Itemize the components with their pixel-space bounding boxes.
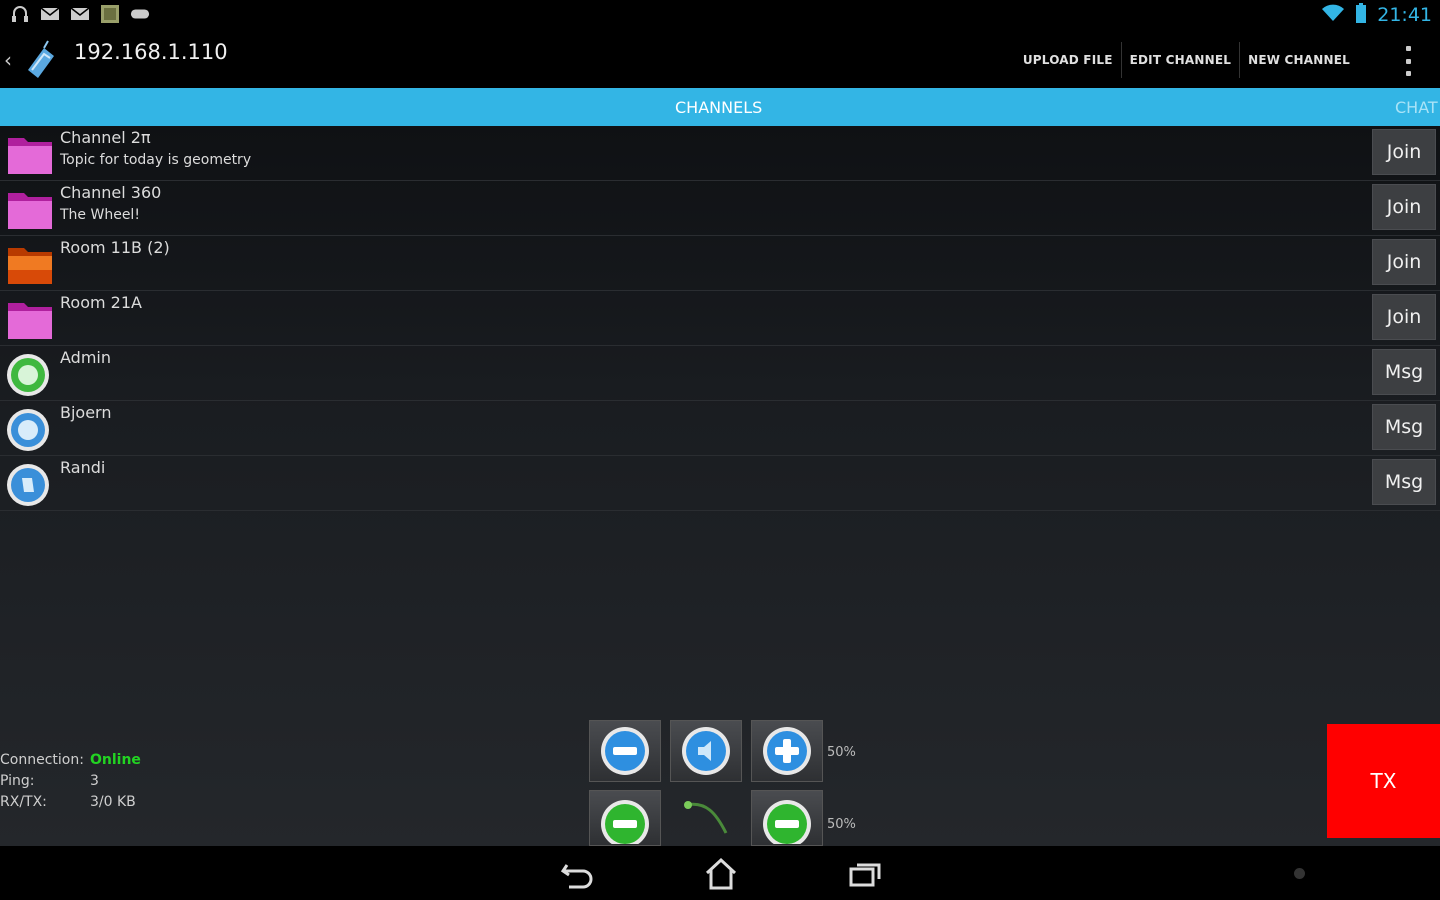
join-button[interactable]: Join (1372, 129, 1436, 175)
user-name: Bjoern (60, 403, 112, 422)
folder-icon (6, 295, 54, 341)
channel-row[interactable]: Channel 2π Topic for today is geometry J… (0, 126, 1440, 181)
clock: 21:41 (1377, 4, 1432, 26)
home-icon[interactable] (701, 856, 741, 892)
battery-icon (1355, 3, 1367, 27)
tab-strip: CHANNELS CHAT (0, 88, 1440, 126)
channel-row[interactable]: Room 11B (2) Join (0, 236, 1440, 291)
user-green-icon (6, 350, 54, 396)
notification-icons (10, 4, 150, 24)
folder-icon (6, 185, 54, 231)
msg-button[interactable]: Msg (1372, 459, 1436, 505)
msg-button[interactable]: Msg (1372, 349, 1436, 395)
user-blue-icon (6, 405, 54, 451)
email-icon (40, 4, 60, 24)
gamepad-icon (130, 4, 150, 24)
connection-status: Online (90, 752, 141, 768)
minus-blue-icon (601, 727, 649, 775)
microphone-icon (684, 801, 728, 834)
channel-name: Room 21A (60, 293, 142, 312)
ping-label: Ping: (0, 773, 35, 789)
speaker-icon (682, 727, 730, 775)
menu-dot-icon (1294, 868, 1305, 879)
headphones-icon (10, 4, 30, 24)
plus-blue-icon (763, 727, 811, 775)
upload-file-button[interactable]: UPLOAD FILE (1015, 42, 1121, 78)
user-row[interactable]: Randi Msg (0, 456, 1440, 511)
channel-name: Channel 2π (60, 128, 151, 147)
channel-topic: The Wheel! (60, 207, 140, 223)
folder-icon (6, 240, 54, 286)
rxtx-label: RX/TX: (0, 794, 47, 810)
msg-button[interactable]: Msg (1372, 404, 1436, 450)
back-caret-icon[interactable]: ‹ (4, 48, 12, 72)
user-name: Randi (60, 458, 106, 477)
ping-value: 3 (90, 773, 99, 789)
speaker-button[interactable] (670, 720, 742, 782)
action-bar: ‹ 192.168.1.110 UPLOAD FILE EDIT CHANNEL… (0, 30, 1440, 88)
user-name: Admin (60, 348, 111, 367)
tab-channels[interactable]: CHANNELS (675, 98, 762, 117)
volume-down-button[interactable] (589, 720, 661, 782)
status-bar: 21:41 (0, 0, 1440, 30)
minus-green-icon (763, 800, 811, 844)
volume-percent: 50% (827, 745, 856, 760)
app-logo-icon[interactable] (22, 40, 58, 80)
mic-percent: 50% (827, 817, 856, 832)
microphone-button[interactable] (670, 790, 742, 846)
channel-topic: Topic for today is geometry (60, 152, 252, 168)
back-icon[interactable] (557, 856, 597, 892)
channel-name: Room 11B (2) (60, 238, 170, 257)
channel-row[interactable]: Room 21A Join (0, 291, 1440, 346)
join-button[interactable]: Join (1372, 294, 1436, 340)
user-blue-icon (6, 460, 54, 506)
wifi-icon (1321, 4, 1345, 26)
connection-label: Connection: (0, 752, 84, 768)
image-icon (100, 4, 120, 24)
recent-apps-icon[interactable] (845, 856, 885, 892)
overflow-menu-icon[interactable] (1404, 46, 1412, 76)
user-row[interactable]: Admin Msg (0, 346, 1440, 401)
join-button[interactable]: Join (1372, 239, 1436, 285)
transmit-button[interactable]: TX (1327, 724, 1440, 838)
user-row[interactable]: Bjoern Msg (0, 401, 1440, 456)
tab-chat[interactable]: CHAT (1395, 98, 1438, 117)
channel-row[interactable]: Channel 360 The Wheel! Join (0, 181, 1440, 236)
edit-channel-button[interactable]: EDIT CHANNEL (1120, 42, 1239, 78)
mic-down-button[interactable] (589, 790, 661, 846)
folder-icon (6, 130, 54, 176)
system-status: 21:41 (1321, 3, 1432, 27)
rxtx-value: 3/0 KB (90, 794, 136, 810)
minus-green-icon (601, 800, 649, 844)
join-button[interactable]: Join (1372, 184, 1436, 230)
new-channel-button[interactable]: NEW CHANNEL (1239, 42, 1358, 78)
connection-info: Connection: Online Ping: 3 RX/TX: 3/0 KB (0, 752, 141, 815)
navigation-bar (0, 846, 1440, 900)
volume-up-button[interactable] (751, 720, 823, 782)
mic-up-button[interactable] (751, 790, 823, 846)
server-address: 192.168.1.110 (74, 40, 228, 64)
channel-name: Channel 360 (60, 183, 162, 202)
email-icon (70, 4, 90, 24)
action-buttons: UPLOAD FILE EDIT CHANNEL NEW CHANNEL (1015, 42, 1358, 78)
